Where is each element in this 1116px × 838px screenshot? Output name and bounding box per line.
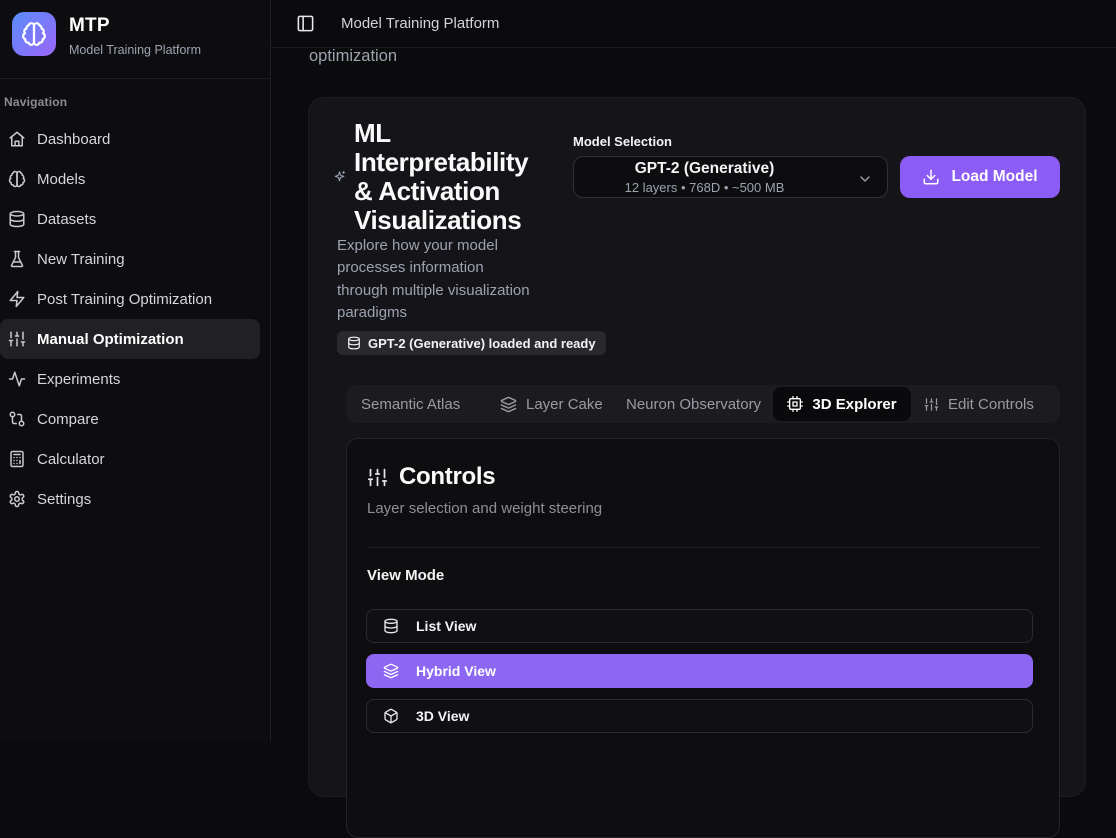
sidebar-item-calculator[interactable]: Calculator — [0, 439, 260, 479]
visualization-tabbar: Semantic Atlas Layer Cake Neuron Observa… — [346, 385, 1060, 423]
load-model-label: Load Model — [951, 168, 1037, 186]
database-icon — [347, 336, 361, 350]
tab-label: 3D Explorer — [812, 396, 896, 413]
controls-card: Controls Layer selection and weight stee… — [346, 438, 1060, 838]
sliders-vertical-icon — [367, 467, 388, 488]
brain-icon — [21, 21, 47, 47]
tab-3d-explorer[interactable]: 3D Explorer — [773, 387, 911, 421]
model-select-meta: 12 layers • 768D • ~500 MB — [625, 180, 785, 195]
sidebar-item-dashboard[interactable]: Dashboard — [0, 119, 260, 159]
sidebar-item-label: Manual Optimization — [37, 331, 184, 348]
view-mode-label-text: List View — [416, 618, 476, 634]
visualization-panel: ML Interpretability & Activation Visuali… — [308, 97, 1086, 797]
tab-layer-cake[interactable]: Layer Cake — [500, 385, 603, 423]
sliders-vertical-icon — [924, 397, 939, 412]
git-compare-icon — [8, 410, 26, 428]
calculator-icon — [8, 450, 26, 468]
page-subtitle: Explore how your model processes informa… — [337, 235, 582, 324]
sidebar-item-settings[interactable]: Settings — [0, 479, 260, 519]
sidebar: MTP Model Training Platform Navigation D… — [0, 0, 271, 741]
sidebar-item-models[interactable]: Models — [0, 159, 260, 199]
sidebar-item-compare[interactable]: Compare — [0, 399, 260, 439]
app-logo — [12, 12, 56, 56]
sidebar-item-datasets[interactable]: Datasets — [0, 199, 260, 239]
sidebar-item-label: Dashboard — [37, 131, 110, 148]
gear-icon — [8, 490, 26, 508]
main-content: optimization ML Interpretability & Activ… — [271, 48, 1116, 741]
view-mode-label-text: 3D View — [416, 708, 469, 724]
divider — [367, 547, 1039, 548]
app-logo-row: MTP Model Training Platform — [0, 0, 270, 68]
topbar: Model Training Platform — [271, 0, 1116, 48]
sliders-vertical-icon — [8, 330, 26, 348]
view-mode-label: View Mode — [367, 567, 444, 584]
controls-title: Controls — [399, 463, 495, 491]
sidebar-nav: Dashboard Models Datasets New Training P… — [0, 119, 270, 519]
sidebar-item-label: Experiments — [37, 371, 120, 388]
sidebar-item-label: Models — [37, 171, 85, 188]
tab-label: Semantic Atlas — [361, 396, 460, 413]
view-mode-list-button[interactable]: List View — [366, 609, 1033, 643]
sidebar-item-label: Post Training Optimization — [37, 291, 212, 308]
app-name: MTP — [69, 15, 201, 37]
sidebar-item-manual-optimization[interactable]: Manual Optimization — [0, 319, 260, 359]
tab-label: Neuron Observatory — [626, 396, 761, 413]
database-icon — [383, 618, 399, 634]
app-subtitle: Model Training Platform — [69, 43, 201, 57]
sidebar-item-label: Datasets — [37, 211, 96, 228]
load-model-button[interactable]: Load Model — [900, 156, 1060, 198]
view-mode-label-text: Hybrid View — [416, 663, 496, 679]
zap-icon — [8, 290, 26, 308]
sidebar-item-post-training-optimization[interactable]: Post Training Optimization — [0, 279, 260, 319]
status-badge: GPT-2 (Generative) loaded and ready — [337, 331, 606, 355]
layers-icon — [383, 663, 399, 679]
tab-semantic-atlas[interactable]: Semantic Atlas — [361, 385, 460, 423]
cpu-icon — [787, 396, 803, 412]
layers-icon — [500, 396, 517, 413]
tab-neuron-observatory[interactable]: Neuron Observatory — [626, 385, 761, 423]
sparkles-icon — [333, 170, 346, 183]
nav-section-label: Navigation — [0, 79, 270, 119]
tab-edit-controls[interactable]: Edit Controls — [924, 385, 1034, 423]
view-mode-3d-button[interactable]: 3D View — [366, 699, 1033, 733]
sidebar-item-label: Compare — [37, 411, 99, 428]
previous-section-text: optimization — [309, 47, 397, 66]
model-select[interactable]: GPT-2 (Generative) 12 layers • 768D • ~5… — [573, 156, 888, 198]
model-select-value: GPT-2 (Generative) — [635, 160, 775, 178]
tab-label: Layer Cake — [526, 396, 603, 413]
sidebar-item-label: Calculator — [37, 451, 105, 468]
sidebar-item-new-training[interactable]: New Training — [0, 239, 260, 279]
brain-icon — [8, 170, 26, 188]
activity-icon — [8, 370, 26, 388]
topbar-title: Model Training Platform — [341, 15, 499, 32]
panel-left-icon[interactable] — [296, 14, 315, 33]
database-icon — [8, 210, 26, 228]
model-selection-label: Model Selection — [573, 134, 672, 149]
flask-icon — [8, 250, 26, 268]
box-icon — [383, 708, 399, 724]
sidebar-item-label: Settings — [37, 491, 91, 508]
tab-label: Edit Controls — [948, 396, 1034, 413]
home-icon — [8, 130, 26, 148]
controls-subtitle: Layer selection and weight steering — [367, 500, 602, 517]
page-title: ML Interpretability & Activation Visuali… — [354, 119, 564, 235]
status-badge-text: GPT-2 (Generative) loaded and ready — [368, 336, 596, 351]
chevron-down-icon — [857, 171, 873, 187]
view-mode-hybrid-button[interactable]: Hybrid View — [366, 654, 1033, 688]
sidebar-item-label: New Training — [37, 251, 125, 268]
sidebar-item-experiments[interactable]: Experiments — [0, 359, 260, 399]
download-icon — [922, 168, 940, 186]
